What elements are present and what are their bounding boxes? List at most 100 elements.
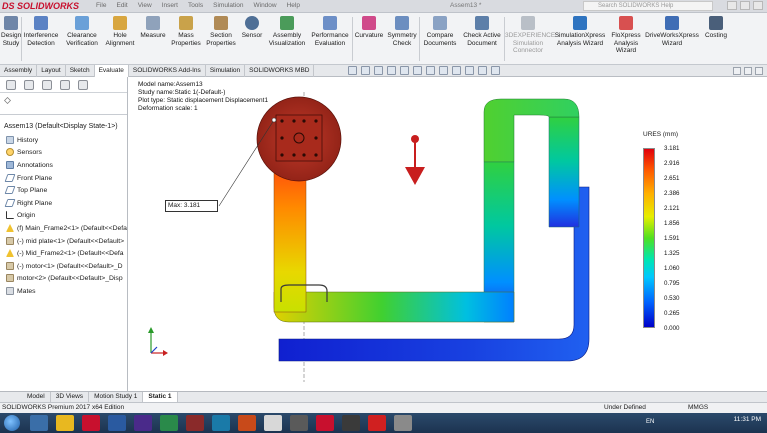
tree-item-history[interactable]: History — [6, 136, 38, 144]
doc-restore-icon[interactable] — [744, 67, 752, 75]
menu-view[interactable]: View — [138, 2, 152, 9]
zoom-to-fit-icon[interactable] — [348, 66, 357, 75]
compare-documents-button[interactable]: Compare Documents — [421, 16, 459, 47]
hide-show-items-icon[interactable] — [439, 66, 448, 75]
doc-close-icon[interactable] — [755, 67, 763, 75]
taskbar-app-icon[interactable] — [394, 415, 412, 431]
previous-view-icon[interactable] — [374, 66, 383, 75]
view-settings-icon[interactable] — [478, 66, 487, 75]
feature-manager-icon[interactable] — [6, 80, 16, 90]
check-active-document-button[interactable]: Check Active Document — [461, 16, 503, 47]
taskbar-app-icon[interactable] — [82, 415, 100, 431]
curvature-button[interactable]: Curvature — [353, 16, 385, 40]
menu-tools[interactable]: Tools — [188, 2, 203, 9]
section-properties-button[interactable]: Section Properties — [204, 16, 238, 47]
gravity-arrow-icon[interactable] — [405, 135, 425, 185]
menu-insert[interactable]: Insert — [162, 2, 178, 9]
tree-root-assembly[interactable]: Assem13 (Default<Display State-1>) — [4, 123, 118, 130]
taskbar-app-icon[interactable] — [368, 415, 386, 431]
tab-static-1[interactable]: Static 1 — [143, 392, 178, 402]
taskbar-app-icon[interactable] — [316, 415, 334, 431]
tab-solidworks-mbd[interactable]: SOLIDWORKS MBD — [245, 65, 315, 77]
tab-evaluate[interactable]: Evaluate — [94, 65, 129, 77]
taskbar-app-icon[interactable] — [56, 415, 74, 431]
clearance-verification-button[interactable]: Clearance Verification — [62, 16, 102, 47]
menu-simulation[interactable]: Simulation — [213, 2, 243, 9]
tab-assembly[interactable]: Assembly — [0, 65, 38, 77]
color-legend-bar[interactable] — [643, 148, 655, 328]
base-frame-tube[interactable] — [273, 291, 515, 323]
view-orientation-icon[interactable] — [413, 66, 422, 75]
tree-item-annotations[interactable]: Annotations — [6, 161, 53, 169]
taskbar-clock[interactable]: 11:31 PM — [734, 416, 761, 423]
tree-item-mid-frame[interactable]: (-) Mid_Frame2<1> (Default<<Defa — [6, 249, 124, 257]
taskbar-app-icon[interactable] — [342, 415, 360, 431]
tree-item-mates[interactable]: Mates — [6, 287, 36, 295]
dynamic-annotation-icon[interactable] — [400, 66, 409, 75]
hole-alignment-button[interactable]: Hole Alignment — [103, 16, 137, 47]
taskbar-app-icon[interactable] — [134, 415, 152, 431]
tree-item-motor-1[interactable]: (-) motor<1> (Default<<Default>_D — [6, 262, 123, 270]
3dexperience-simulation-connector-button[interactable]: 3DEXPERIENCE Simulation Connector — [505, 16, 555, 55]
driveworksxpress-wizard-button[interactable]: DriveWorksXpress Wizard — [645, 16, 699, 47]
tree-item-motor-2[interactable]: motor<2> (Default<<Default>_Disp — [6, 274, 123, 282]
language-indicator[interactable]: EN — [646, 419, 654, 425]
start-button[interactable] — [4, 415, 20, 431]
tree-item-main-frame[interactable]: (f) Main_Frame2<1> (Default<<Defa — [6, 224, 127, 232]
measure-button[interactable]: Measure — [138, 16, 168, 40]
symmetry-check-button[interactable]: Symmetry Check — [386, 16, 418, 47]
lower-frame-tube[interactable] — [278, 186, 590, 362]
menu-window[interactable]: Window — [253, 2, 276, 9]
filter-icon[interactable] — [4, 97, 11, 104]
menu-edit[interactable]: Edit — [116, 2, 127, 9]
zoom-to-area-icon[interactable] — [361, 66, 370, 75]
display-style-icon[interactable] — [426, 66, 435, 75]
dimxpert-manager-icon[interactable] — [60, 80, 70, 90]
minimize-icon[interactable] — [727, 1, 737, 10]
menu-file[interactable]: File — [96, 2, 106, 9]
taskbar-app-icon[interactable] — [264, 415, 282, 431]
assembly-visualization-button[interactable]: Assembly Visualization — [266, 16, 308, 47]
mass-properties-button[interactable]: Mass Properties — [170, 16, 202, 47]
edit-appearance-icon[interactable] — [452, 66, 461, 75]
doc-minimize-icon[interactable] — [733, 67, 741, 75]
taskbar-app-icon[interactable] — [108, 415, 126, 431]
help-search-input[interactable]: Search SOLIDWORKS Help — [583, 1, 713, 11]
tree-item-mid-plate[interactable]: (-) mid plate<1> (Default<<Default> — [6, 237, 124, 245]
interference-detection-button[interactable]: Interference Detection — [22, 16, 60, 47]
tab-simulation[interactable]: Simulation — [206, 65, 246, 77]
taskbar-app-icon[interactable] — [160, 415, 178, 431]
close-icon[interactable] — [753, 1, 763, 10]
costing-button[interactable]: Costing — [702, 16, 730, 40]
property-manager-icon[interactable] — [24, 80, 34, 90]
tab-layout[interactable]: Layout — [37, 65, 66, 77]
tab-motion-study-1[interactable]: Motion Study 1 — [89, 392, 144, 402]
floxpress-analysis-wizard-button[interactable]: FloXpress Analysis Wizard — [609, 16, 643, 55]
performance-evaluation-button[interactable]: Performance Evaluation — [309, 16, 351, 47]
maximize-icon[interactable] — [740, 1, 750, 10]
tree-item-right-plane[interactable]: Right Plane — [4, 199, 52, 207]
taskbar-app-icon[interactable] — [238, 415, 256, 431]
graphics-area[interactable]: Model name:Assem13 Study name:Static 1(-… — [129, 77, 767, 391]
tab-3d-views[interactable]: 3D Views — [51, 392, 90, 402]
sensor-button[interactable]: Sensor — [240, 16, 264, 40]
tab-sketch[interactable]: Sketch — [66, 65, 95, 77]
tree-item-front-plane[interactable]: Front Plane — [4, 174, 52, 182]
tab-model[interactable]: Model — [22, 392, 51, 402]
display-manager-icon[interactable] — [78, 80, 88, 90]
taskbar-app-icon[interactable] — [186, 415, 204, 431]
taskbar-app-icon[interactable] — [212, 415, 230, 431]
design-study-button[interactable]: Design Study — [1, 16, 21, 47]
tree-item-top-plane[interactable]: Top Plane — [4, 186, 47, 194]
displacement-plot-model[interactable] — [129, 77, 767, 391]
right-frame-upper[interactable] — [548, 116, 580, 228]
taskbar-app-icon[interactable] — [290, 415, 308, 431]
max-displacement-probe[interactable]: Max: 3.181 — [165, 200, 218, 212]
taskbar-app-icon[interactable] — [30, 415, 48, 431]
menu-help[interactable]: Help — [287, 2, 300, 9]
section-view-icon[interactable] — [387, 66, 396, 75]
tab-solidworks-add-ins[interactable]: SOLIDWORKS Add-Ins — [129, 65, 206, 77]
configuration-manager-icon[interactable] — [42, 80, 52, 90]
display-pane-icon[interactable] — [491, 66, 500, 75]
tree-item-origin[interactable]: Origin — [6, 211, 35, 219]
